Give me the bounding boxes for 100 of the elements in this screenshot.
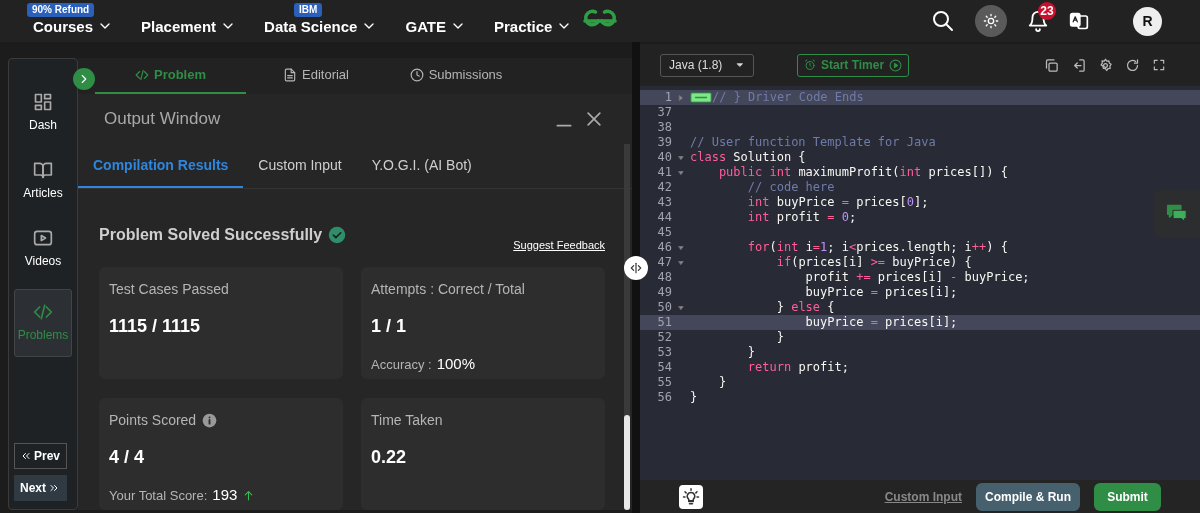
fullscreen-icon[interactable] [1152,58,1166,72]
sidebar-item[interactable]: Videos [14,215,72,283]
fold-down-icon[interactable] [678,304,684,311]
card-sub-value: 193 [212,485,238,505]
code-line: profit += prices[i] - buyPrice; [804,270,1030,285]
card-sub-label: Your Total Score: [109,486,208,505]
close-icon[interactable] [584,109,604,129]
line-number: 38 [656,120,672,135]
scrollbar-thumb[interactable] [624,415,630,510]
card-value: 1115 / 1115 [109,315,202,338]
copy-icon[interactable] [1044,57,1059,73]
code-line: // User function Template for Java [690,135,936,150]
output-tab[interactable]: Custom Input [243,144,357,188]
nav-badge: 90% Refund [27,2,95,17]
card-sub-label: Accuracy : [371,355,432,374]
custom-input-link[interactable]: Custom Input [884,487,962,506]
code-line: } [690,390,698,405]
card-sub-value: 100% [436,354,476,374]
prev-button[interactable]: Prev [13,443,67,469]
hint-button[interactable] [679,484,703,509]
code-editor[interactable] [640,86,1200,480]
line-number: 53 [656,345,672,360]
line-number: 51 [656,315,672,330]
problem-tab[interactable]: Editorial [246,58,386,94]
sidebar-item[interactable]: Dash [14,79,72,147]
theme-toggle[interactable] [975,5,1007,37]
nav-menu[interactable]: GATE [405,17,467,35]
language-select[interactable]: Java (1.8) [660,53,754,77]
line-number: 42 [656,180,672,195]
card-label: Points Scored [109,411,197,430]
dashboard-icon [33,92,53,112]
code-line: if(prices[i] >= buyPrice) { [775,255,972,270]
card-label: Attempts : Correct / Total [371,280,525,299]
line-number: 40 [656,150,672,165]
split-arrows-icon [629,261,643,275]
card-value: 1 / 1 [371,315,408,338]
reset-icon[interactable] [1125,57,1140,73]
play-circle-icon [889,58,903,72]
sun-icon [983,13,999,29]
search-icon[interactable] [931,9,955,33]
card-value: 0.22 [371,446,408,469]
lightbulb-icon [682,487,700,506]
line-number: 46 [656,240,672,255]
line-number: 37 [656,105,672,120]
panel-title: Output Window [104,108,221,131]
output-tab[interactable]: Compilation Results [78,144,244,188]
line-number: 41 [656,165,672,180]
feedback-link[interactable]: Suggest Feedback [513,236,605,253]
avatar[interactable]: R [1133,6,1162,36]
settings-icon[interactable] [1098,57,1113,73]
code-line: } [746,345,756,360]
line-number: 47 [656,255,672,270]
card-label: Test Cases Passed [109,280,229,299]
check-circle-icon [328,226,347,244]
info-icon [202,413,218,428]
code-line: public int maximumProfit(int prices[]) { [717,165,1008,180]
sidebar-item[interactable]: Articles [14,147,72,215]
line-number: 52 [656,330,672,345]
code-line: for(int i=1; i<prices.length; i++) { [746,240,1008,255]
line-number: 55 [656,375,672,390]
start-timer-button[interactable]: Start Timer [797,53,910,77]
book-icon [33,160,53,180]
compile-run-button[interactable]: Compile & Run [976,482,1080,511]
code-line: } else { [775,300,835,315]
fold-down-icon[interactable] [678,154,684,161]
notification-count: 23 [1038,2,1056,20]
line-number: 50 [656,300,672,315]
status-text: Problem Solved Successfully [99,225,323,245]
nav-badge: IBM [294,2,323,17]
problem-tab[interactable]: Submissions [386,58,526,94]
play-icon [33,228,53,248]
line-number: 45 [656,225,672,240]
clock-icon [409,68,424,82]
line-number: 1 [663,90,672,105]
line-number: 49 [656,285,672,300]
card-label: Time Taken [371,411,443,430]
alarm-clock-icon [804,59,816,71]
fold-right-icon[interactable] [678,94,684,101]
double-chevron-right-icon [48,482,60,494]
fold-down-icon[interactable] [678,259,684,266]
next-button[interactable]: Next [13,475,67,501]
code-line: } [717,375,727,390]
nav-menu[interactable]: Courses [33,17,114,35]
code-line: buyPrice = prices[i]; [804,285,958,300]
line-number: 48 [656,270,672,285]
import-icon[interactable] [1071,57,1086,73]
card-value: 4 / 4 [109,446,146,469]
fold-down-icon[interactable] [678,244,684,251]
folded-code-icon[interactable] [690,92,712,103]
nav-menu[interactable]: Data Science [264,17,378,35]
line-number: 54 [656,360,672,375]
nav-menu[interactable]: Placement [141,17,237,35]
code-line: buyPrice = prices[i]; [804,315,958,330]
chat-button[interactable] [1154,190,1200,237]
output-tab[interactable]: Y.O.G.I. (AI Bot) [356,144,487,188]
translate-icon[interactable] [1069,11,1089,31]
fold-down-icon[interactable] [678,169,684,176]
submit-button[interactable]: Submit [1094,482,1161,511]
caret-down-icon [735,60,745,70]
nav-menu[interactable]: Practice [494,17,573,35]
